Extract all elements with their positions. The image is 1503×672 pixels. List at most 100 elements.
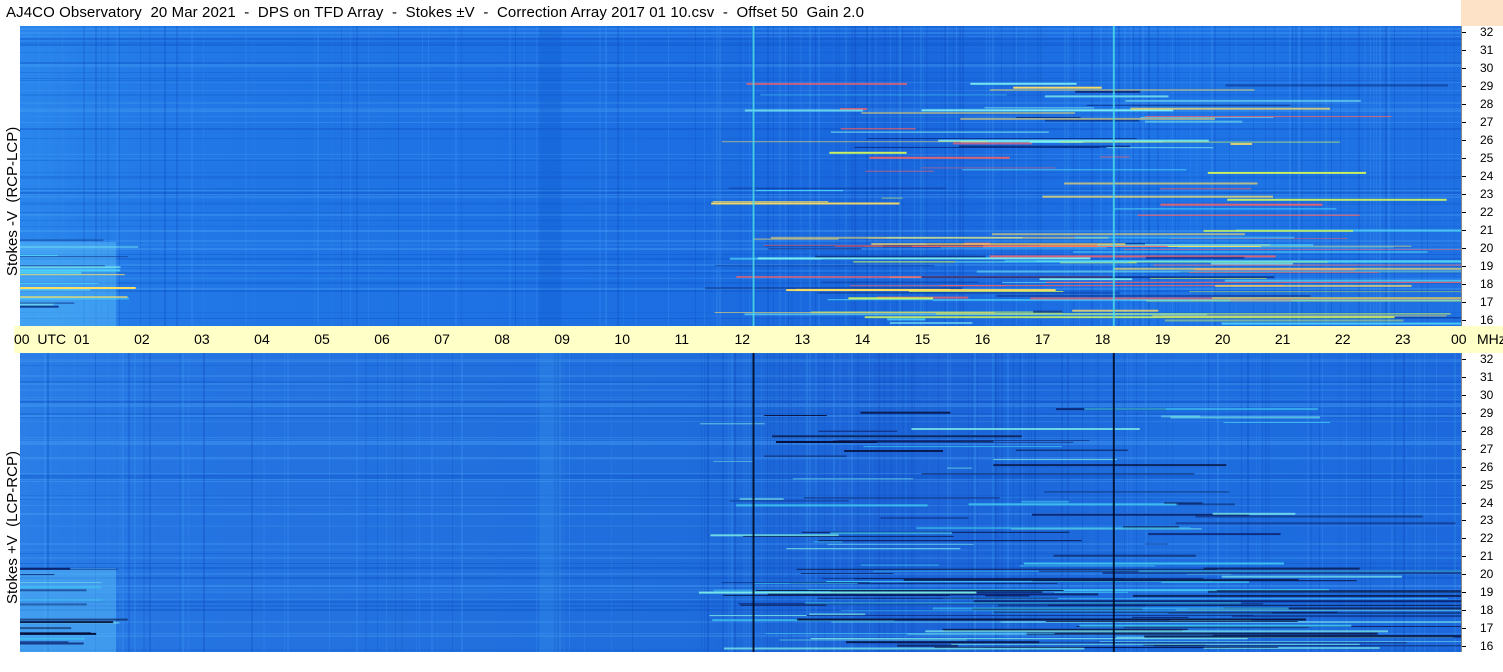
y-tick-label: 31 xyxy=(1480,43,1494,57)
x-tick-label: 08 xyxy=(494,331,510,347)
y-tick-label: 30 xyxy=(1480,61,1494,75)
y-tick-mark xyxy=(1462,122,1466,123)
x-tick-label: 03 xyxy=(194,331,210,347)
y-tick-label: 26 xyxy=(1480,459,1494,474)
y-tick-label: 32 xyxy=(1480,25,1494,39)
y-tick-label: 31 xyxy=(1480,369,1494,384)
x-tick-label: 16 xyxy=(974,331,991,347)
x-tick-label: 15 xyxy=(914,331,931,347)
y-tick-label: 20 xyxy=(1480,241,1494,255)
y-tick-label: 30 xyxy=(1480,387,1494,402)
x-tick-label: 11 xyxy=(674,331,689,347)
y-tick-mark xyxy=(1462,248,1466,249)
x-tick-label: 00 UTC xyxy=(14,331,67,347)
x-tick-label: 07 xyxy=(434,331,450,347)
x-tick-label: 14 xyxy=(854,331,871,347)
y-tick-label: 19 xyxy=(1480,259,1494,273)
y-tick-mark xyxy=(1462,430,1466,432)
x-tick-label: 01 xyxy=(74,331,90,347)
top-right-strip xyxy=(1461,0,1503,26)
y-tick-mark xyxy=(1462,520,1466,522)
y-tick-label: 16 xyxy=(1480,313,1494,327)
y-tick-label: 18 xyxy=(1480,603,1494,618)
y-tick-label: 23 xyxy=(1480,513,1494,528)
window-title: AJ4CO Observatory 20 Mar 2021 - DPS on T… xyxy=(6,4,865,21)
x-tick-label: 02 xyxy=(134,331,150,347)
y-tick-mark xyxy=(1462,556,1466,558)
y-tick-label: 28 xyxy=(1480,97,1494,111)
vertical-band xyxy=(539,353,562,652)
vertical-marker-line xyxy=(1112,353,1115,652)
y-tick-label: 32 xyxy=(1480,352,1494,366)
x-tick-label: 20 xyxy=(1214,331,1231,347)
y-tick-mark xyxy=(1462,50,1466,51)
y-tick-mark xyxy=(1462,230,1466,231)
y-tick-label: 22 xyxy=(1480,205,1494,219)
freq-axis-top: 32 31 30 29 28 27 26 25 24 23 22 21 20 19 18 17 16 xyxy=(1461,25,1503,327)
y-tick-mark xyxy=(1462,538,1466,540)
y-tick-label: 27 xyxy=(1480,115,1494,129)
y-tick-mark xyxy=(1462,140,1466,141)
y-tick-label: 18 xyxy=(1480,277,1494,291)
y-tick-mark xyxy=(1462,302,1466,303)
y-tick-label: 20 xyxy=(1480,567,1494,582)
x-tick-label: 17 xyxy=(1034,331,1051,347)
y-tick-mark xyxy=(1462,32,1466,33)
y-tick-label: 25 xyxy=(1480,477,1494,492)
y-tick-mark xyxy=(1462,610,1466,612)
y-tick-mark xyxy=(1462,466,1466,468)
y-tick-label: 21 xyxy=(1480,223,1494,237)
y-tick-mark xyxy=(1462,176,1466,177)
y-tick-label: 25 xyxy=(1480,151,1494,165)
x-tick-label: 00 xyxy=(1451,331,1467,347)
y-tick-label: 29 xyxy=(1480,79,1494,93)
ylabel-top-panel: Stokes -V (RCP-LCP) xyxy=(4,126,21,276)
y-tick-mark xyxy=(1462,68,1466,69)
y-tick-label: 16 xyxy=(1480,639,1494,653)
y-tick-mark xyxy=(1462,266,1466,267)
y-tick-mark xyxy=(1462,628,1466,630)
y-tick-label: 29 xyxy=(1480,405,1494,420)
y-tick-mark xyxy=(1462,320,1466,321)
x-tick-label: 13 xyxy=(794,331,811,347)
y-tick-label: 27 xyxy=(1480,441,1494,456)
y-tick-mark xyxy=(1462,376,1466,378)
y-tick-label: 26 xyxy=(1480,133,1494,147)
y-tick-label: 23 xyxy=(1480,187,1494,201)
spectrogram-top-panel xyxy=(20,26,1461,326)
y-tick-label: 28 xyxy=(1480,423,1494,438)
spectrogram-bottom-panel xyxy=(20,353,1461,652)
y-tick-mark xyxy=(1462,359,1466,360)
x-tick-label: 09 xyxy=(554,331,570,347)
y-tick-mark xyxy=(1462,592,1466,594)
x-tick-label: 12 xyxy=(734,331,751,347)
x-tick-label: 04 xyxy=(254,331,270,347)
y-tick-mark xyxy=(1462,502,1466,504)
x-tick-label: 10 xyxy=(614,331,630,347)
y-tick-mark xyxy=(1462,412,1466,414)
y-tick-label: 17 xyxy=(1480,621,1494,636)
spectrogram-heatmap xyxy=(20,26,1461,326)
x-tick-label: 19 xyxy=(1154,331,1171,347)
y-tick-mark xyxy=(1462,574,1466,576)
y-tick-label: 24 xyxy=(1480,495,1494,510)
y-tick-mark xyxy=(1462,194,1466,195)
y-tick-mark xyxy=(1462,104,1466,105)
y-tick-mark xyxy=(1462,284,1466,285)
freq-unit-label: MHz xyxy=(1477,331,1503,347)
freq-axis-bottom: 32 31 30 29 28 27 26 25 24 23 22 21 20 19 18 17 16 xyxy=(1461,352,1503,653)
y-tick-mark xyxy=(1462,158,1466,159)
y-tick-mark xyxy=(1462,212,1466,213)
ylabel-bottom-panel: Stokes +V (LCP-RCP) xyxy=(4,451,21,604)
y-tick-mark xyxy=(1462,86,1466,87)
vertical-marker-line xyxy=(752,353,755,652)
y-tick-mark xyxy=(1462,448,1466,450)
y-tick-label: 21 xyxy=(1480,549,1494,564)
y-tick-label: 17 xyxy=(1480,295,1494,309)
vertical-marker-line xyxy=(1112,26,1115,326)
x-tick-label: 18 xyxy=(1094,331,1111,347)
y-tick-mark xyxy=(1462,646,1466,647)
vertical-marker-line xyxy=(752,26,755,326)
y-tick-mark xyxy=(1462,484,1466,486)
y-tick-label: 22 xyxy=(1480,531,1494,546)
